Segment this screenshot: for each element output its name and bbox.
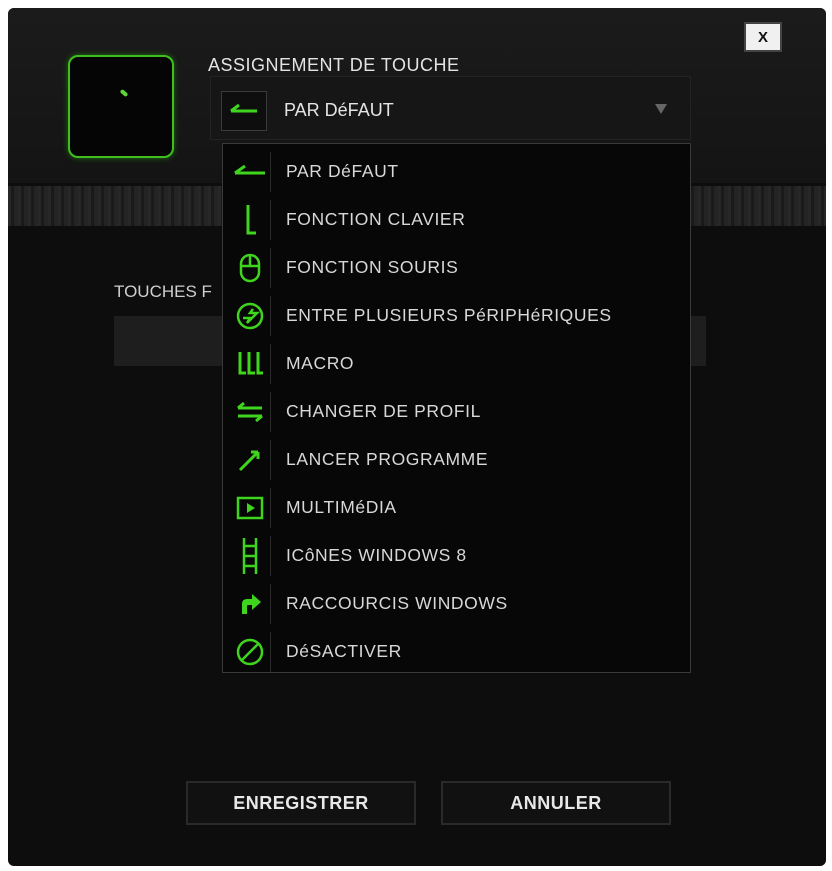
dialog-title: ASSIGNEMENT DE TOUCHE xyxy=(208,55,460,75)
key-assignment-dialog: X ASSIGNEMENT DE TOUCHE PAR DéFAUT TOUCH… xyxy=(8,8,826,866)
cancel-button[interactable]: ANNULER xyxy=(441,781,671,825)
windows-shortcut-icon xyxy=(230,584,271,624)
key-indicator-icon xyxy=(119,88,129,98)
disable-icon xyxy=(230,632,271,672)
menu-item-changer-profil[interactable]: CHANGER DE PROFIL xyxy=(223,386,690,434)
menu-item-macro[interactable]: MACRO xyxy=(223,338,690,386)
default-arrow-icon xyxy=(230,152,271,192)
switch-profile-icon xyxy=(230,392,271,432)
menu-item-label: CHANGER DE PROFIL xyxy=(286,401,481,421)
menu-item-label: LANCER PROGRAMME xyxy=(286,449,489,469)
assignment-select-value: PAR DéFAUT xyxy=(284,100,394,120)
mouse-icon xyxy=(230,248,271,288)
menu-item-label: MULTIMéDIA xyxy=(286,497,397,517)
keyboard-function-icon xyxy=(230,200,271,240)
inter-device-icon xyxy=(230,296,271,336)
save-button[interactable]: ENREGISTRER xyxy=(186,781,416,825)
menu-item-label: ENTRE PLUSIEURS PéRIPHéRIQUES xyxy=(286,305,612,325)
menu-item-multimedia[interactable]: MULTIMéDIA xyxy=(223,482,690,530)
close-button[interactable]: X xyxy=(744,22,782,52)
menu-item-icones-windows8[interactable]: ICôNES WINDOWS 8 xyxy=(223,530,690,578)
windows8-icon xyxy=(230,536,271,576)
default-arrow-icon xyxy=(221,91,267,131)
menu-item-desactiver[interactable]: DéSACTIVER xyxy=(223,626,690,674)
menu-item-raccourcis-windows[interactable]: RACCOURCIS WINDOWS xyxy=(223,578,690,626)
menu-item-fonction-clavier[interactable]: FONCTION CLAVIER xyxy=(223,194,690,242)
multimedia-icon xyxy=(230,488,271,528)
menu-item-label: PAR DéFAUT xyxy=(286,161,399,181)
section-label: TOUCHES F xyxy=(114,282,212,301)
key-preview xyxy=(68,55,174,158)
menu-item-label: DéSACTIVER xyxy=(286,641,402,661)
menu-item-label: ICôNES WINDOWS 8 xyxy=(286,545,467,565)
assignment-select[interactable]: PAR DéFAUT xyxy=(210,76,691,140)
launch-program-icon xyxy=(230,440,271,480)
menu-item-par-defaut[interactable]: PAR DéFAUT xyxy=(223,146,690,194)
macro-icon xyxy=(230,344,271,384)
menu-item-entre-peripheriques[interactable]: ENTRE PLUSIEURS PéRIPHéRIQUES xyxy=(223,290,690,338)
menu-item-fonction-souris[interactable]: FONCTION SOURIS xyxy=(223,242,690,290)
chevron-down-icon[interactable] xyxy=(655,104,667,114)
assignment-menu: PAR DéFAUT FONCTION CLAVIER FONCTION SOU… xyxy=(222,143,691,673)
menu-item-label: RACCOURCIS WINDOWS xyxy=(286,593,508,613)
menu-item-label: FONCTION CLAVIER xyxy=(286,209,466,229)
menu-item-lancer-programme[interactable]: LANCER PROGRAMME xyxy=(223,434,690,482)
menu-item-label: FONCTION SOURIS xyxy=(286,257,459,277)
menu-item-label: MACRO xyxy=(286,353,355,373)
